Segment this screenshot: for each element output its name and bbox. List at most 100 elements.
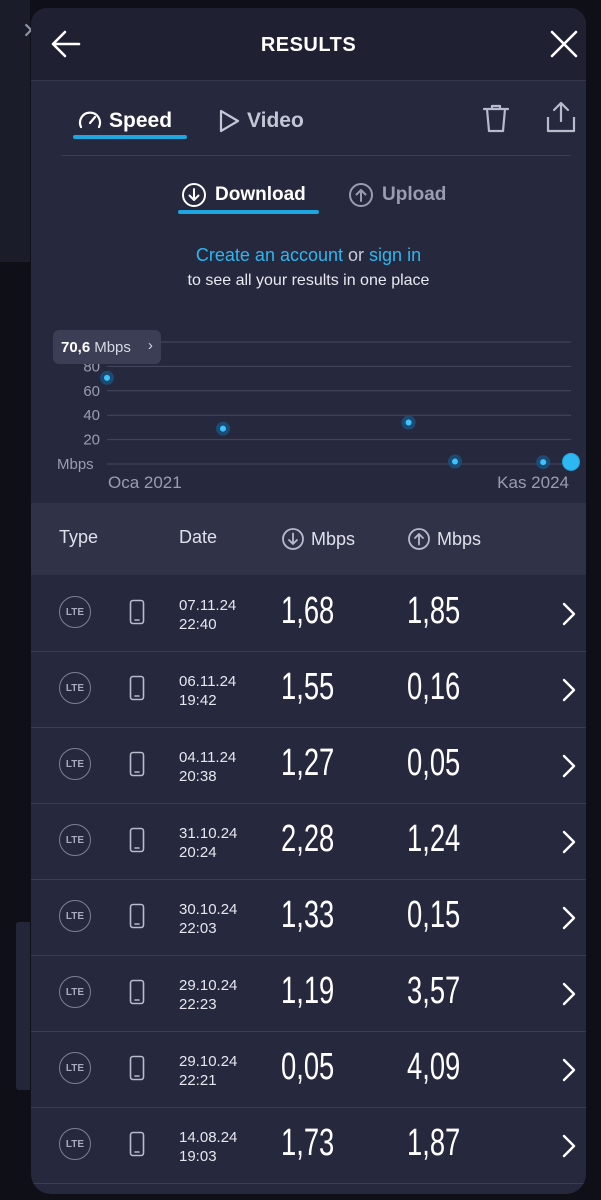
speedometer-icon [78, 111, 102, 129]
delete-button[interactable] [481, 102, 511, 139]
phone-icon [129, 979, 145, 1005]
header-download[interactable]: Mbps [281, 527, 355, 551]
tab-speed-label: Speed [109, 109, 173, 132]
table-row[interactable]: LTE 06.11.24 19:42 1,55 0,16 [31, 652, 586, 728]
header-type[interactable]: Type [59, 527, 98, 548]
phone-icon [129, 827, 145, 853]
row-time: 19:42 [179, 692, 217, 709]
header-date-label: Date [179, 527, 218, 547]
phone-icon [129, 751, 145, 777]
table-row[interactable]: LTE 30.10.24 22:03 1,33 0,15 [31, 880, 586, 956]
subtab-upload[interactable]: Upload [348, 180, 446, 210]
page-title: RESULTS [260, 34, 357, 56]
promo-or: or [348, 245, 365, 265]
tooltip-value: 70,6 [61, 338, 91, 356]
results-panel: RESULTS Speed Video Download Upload Crea… [31, 8, 586, 1194]
table-row[interactable]: LTE 07.11.24 22:40 1,68 1,85 [31, 576, 586, 652]
row-date: 07.11.24 [179, 597, 237, 614]
header-type-label: Type [59, 527, 99, 547]
row-date: 06.11.24 [179, 673, 237, 690]
row-download-value: 0,05 [281, 1046, 335, 1088]
create-account-link[interactable]: Create an account [196, 245, 343, 265]
row-download-value: 1,73 [281, 1122, 335, 1164]
phone-icon [129, 675, 145, 701]
row-time: 22:21 [179, 1072, 217, 1089]
header-upload[interactable]: Mbps [407, 527, 481, 551]
row-upload-value: 1,87 [407, 1122, 461, 1164]
table-row[interactable]: LTE 31.10.24 20:24 2,28 1,24 [31, 804, 586, 880]
results-list: LTE 07.11.24 22:40 1,68 1,85 LTE 06.11.24… [31, 576, 586, 1184]
chevron-right-icon [562, 678, 576, 702]
row-download-value: 1,27 [281, 742, 335, 784]
row-datetime: 29.10.24 22:23 [179, 976, 237, 1014]
tabs-divider [61, 155, 571, 156]
y-axis-label: Mbps [57, 456, 94, 473]
row-download-value: 1,19 [281, 970, 335, 1012]
lte-badge: LTE [59, 1128, 91, 1160]
background-card [16, 922, 30, 1090]
row-date: 31.10.24 [179, 825, 238, 842]
tab-video-label: Video [247, 109, 304, 132]
row-datetime: 04.11.24 20:38 [179, 748, 236, 786]
chart-tooltip[interactable]: 70,6 Mbps › [53, 330, 161, 364]
row-upload-value: 1,24 [407, 818, 461, 860]
row-upload-value: 4,09 [407, 1046, 461, 1088]
table-row[interactable]: LTE 29.10.24 22:21 0,05 4,09 [31, 1032, 586, 1108]
row-upload-value: 0,15 [407, 894, 461, 936]
row-download-value: 1,55 [281, 666, 335, 708]
lte-badge: LTE [59, 976, 91, 1008]
phone-icon [129, 1131, 145, 1157]
chevron-right-icon [562, 1058, 576, 1082]
top-bar: RESULTS [31, 8, 586, 81]
share-button[interactable] [545, 100, 577, 139]
data-point [452, 458, 458, 465]
close-button[interactable] [548, 28, 580, 60]
data-point [405, 419, 412, 426]
y-tick-label: 60 [83, 383, 100, 400]
row-date: 04.11.24 [179, 749, 237, 766]
row-date: 29.10.24 [179, 977, 238, 994]
row-time: 20:38 [179, 768, 217, 785]
row-datetime: 07.11.24 22:40 [179, 596, 236, 634]
chevron-right-icon [562, 754, 576, 778]
chevron-right-icon [562, 906, 576, 930]
table-row[interactable]: LTE 29.10.24 22:23 1,19 3,57 [31, 956, 586, 1032]
row-datetime: 06.11.24 19:42 [179, 672, 236, 710]
results-table-header: Type Date Mbps Mbps [31, 503, 586, 575]
close-icon [550, 30, 578, 58]
row-datetime: 29.10.24 22:21 [179, 1052, 237, 1090]
data-point [220, 425, 226, 432]
lte-badge: LTE [59, 824, 91, 856]
row-time: 22:23 [179, 996, 217, 1013]
tab-video[interactable]: Video [217, 101, 304, 141]
row-upload-value: 3,57 [407, 970, 461, 1012]
y-tick-label: 20 [83, 432, 100, 449]
download-circle-icon [282, 528, 304, 550]
play-icon [219, 109, 240, 133]
row-upload-value: 0,05 [407, 742, 461, 784]
header-date[interactable]: Date [179, 527, 217, 548]
account-promo: Create an account or sign in [31, 245, 586, 266]
row-date: 29.10.24 [179, 1053, 238, 1070]
chevron-right-icon [562, 602, 576, 626]
promo-subtext: to see all your results in one place [187, 272, 430, 289]
phone-icon [129, 903, 145, 929]
data-point [563, 453, 579, 470]
tab-speed-indicator [73, 135, 187, 139]
row-upload-value: 0,16 [407, 666, 461, 708]
header-download-label: Mbps [311, 528, 356, 549]
sign-in-link[interactable]: sign in [369, 245, 421, 265]
table-row[interactable]: LTE 04.11.24 20:38 1,27 0,05 [31, 728, 586, 804]
table-row[interactable]: LTE 14.08.24 19:03 1,73 1,87 [31, 1108, 586, 1184]
row-download-value: 1,33 [281, 894, 335, 936]
data-point [104, 374, 110, 381]
subtab-upload-label: Upload [382, 184, 447, 205]
chevron-right-icon [562, 830, 576, 854]
subtab-download-indicator [178, 210, 319, 214]
row-datetime: 31.10.24 20:24 [179, 824, 237, 862]
data-point [540, 459, 547, 466]
header-upload-label: Mbps [437, 528, 482, 549]
subtab-download[interactable]: Download [181, 180, 306, 210]
phone-icon [129, 599, 145, 625]
x-end-label: Kas 2024 [497, 473, 569, 492]
